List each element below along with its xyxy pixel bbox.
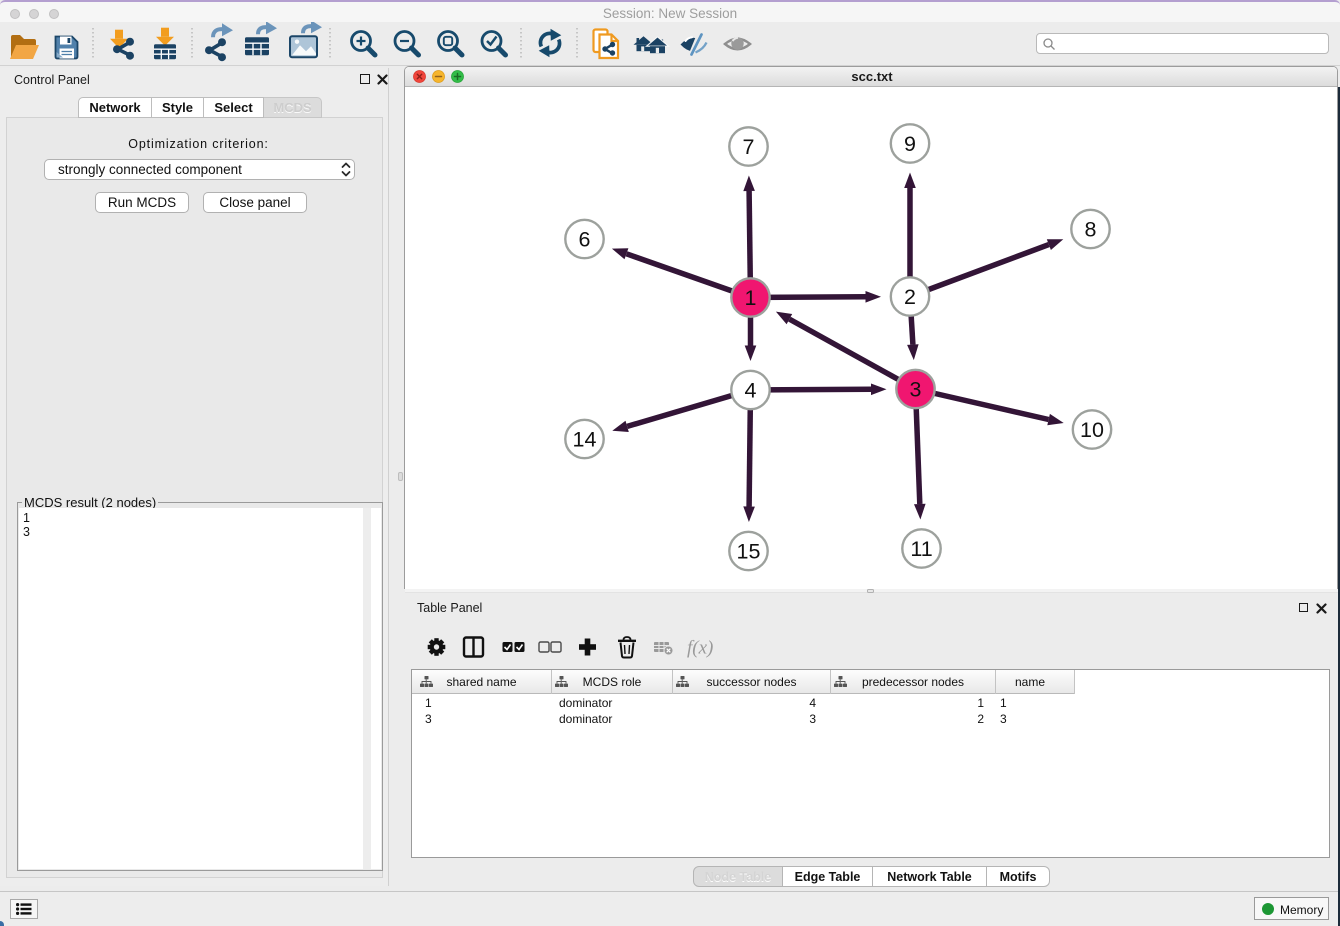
svg-text:3: 3 <box>910 377 922 401</box>
svg-text:2: 2 <box>904 285 916 309</box>
svg-text:6: 6 <box>579 227 591 251</box>
svg-text:11: 11 <box>910 537 932 561</box>
svg-text:8: 8 <box>1085 217 1097 241</box>
svg-text:15: 15 <box>737 539 761 563</box>
svg-text:4: 4 <box>745 378 757 402</box>
svg-text:1: 1 <box>745 286 757 310</box>
svg-text:9: 9 <box>904 132 916 156</box>
svg-text:10: 10 <box>1080 418 1104 442</box>
svg-text:14: 14 <box>573 427 597 451</box>
svg-text:7: 7 <box>743 135 755 159</box>
svg-text:f(x): f(x) <box>687 638 713 659</box>
